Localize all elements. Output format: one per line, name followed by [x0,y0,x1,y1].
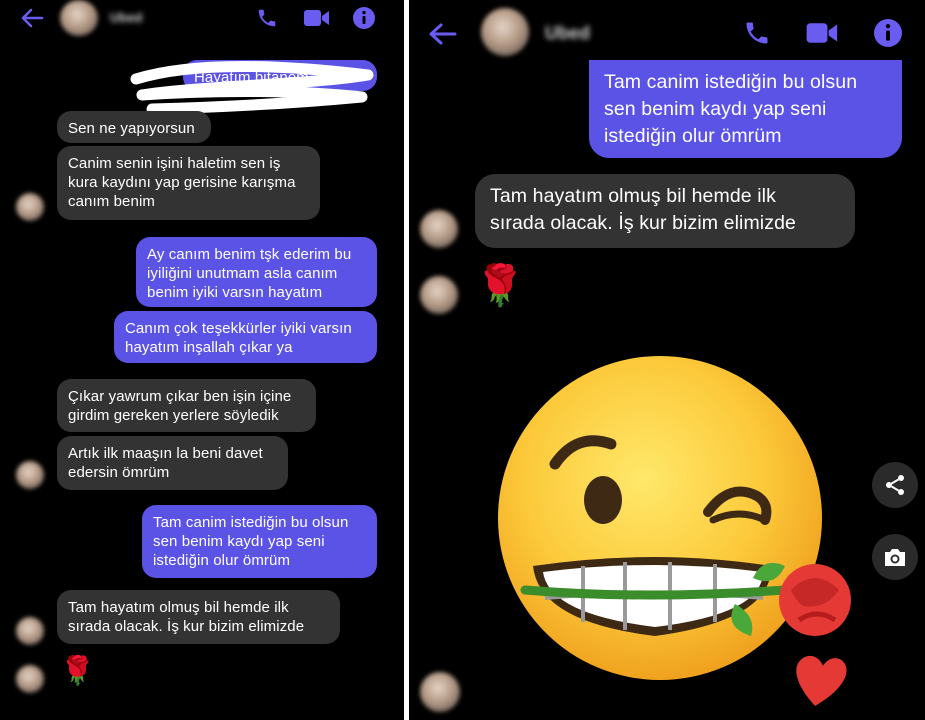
share-button[interactable] [872,462,918,508]
contact-avatar[interactable] [481,8,529,56]
contact-avatar-small [420,276,458,314]
back-arrow-icon[interactable] [427,22,457,46]
info-icon[interactable] [353,7,375,29]
message-bubble-outgoing[interactable]: Tam canim istediğin bu olsun sen benim k… [589,60,902,158]
video-camera-icon[interactable] [806,22,839,44]
contact-avatar-small [16,461,44,489]
right-chat-screenshot: Ubed Tam canim istediğin bu olsun sen be… [409,0,925,720]
message-bubble-incoming[interactable]: Artık ilk maaşın la beni davet edersin ö… [57,436,288,490]
message-bubble-incoming[interactable]: Çıkar yawrum çıkar ben işin içine girdim… [57,379,316,432]
back-arrow-icon[interactable] [20,8,44,28]
rose-emoji-message[interactable]: 🌹 [60,655,95,687]
redaction-scribble [130,60,374,113]
video-camera-icon[interactable] [304,9,330,27]
phone-icon[interactable] [743,19,771,47]
message-bubble-incoming[interactable]: Tam hayatım olmuş bil hemde ilk sırada o… [475,174,855,248]
camera-button[interactable] [872,534,918,580]
message-bubble-incoming[interactable]: Sen ne yapıyorsun [57,111,211,143]
contact-avatar-small [16,193,44,221]
rose-emoji-message[interactable]: 🌹 [475,262,525,310]
message-bubble-outgoing[interactable]: Tam canim istediğin bu olsun sen benim k… [142,505,377,578]
contact-avatar-small [16,665,44,693]
contact-name[interactable]: Ubed [545,23,590,44]
winking-grin-with-rose-emoji[interactable] [495,352,865,712]
info-icon[interactable] [874,19,902,47]
contact-avatar-small [16,617,44,645]
message-bubble-incoming[interactable]: Tam hayatım olmuş bil hemde ilk sırada o… [57,590,340,644]
contact-avatar[interactable] [60,0,98,36]
camera-icon [885,549,905,566]
message-bubble-incoming[interactable]: Canim senin işini haletim sen iş kura ka… [57,146,320,220]
phone-icon[interactable] [256,7,278,29]
message-bubble-outgoing[interactable]: Canım çok teşekkürler iyiki varsın hayat… [114,311,377,363]
contact-avatar-small [420,210,458,248]
left-chat-screenshot: Ubed Hayatım bitanem Sen ne yapıyorsun C… [0,0,404,720]
share-icon [886,475,904,495]
contact-name[interactable]: Ubed [110,10,143,25]
contact-avatar-small [420,672,460,712]
message-bubble-outgoing[interactable]: Ay canım benim tşk ederim bu iyiliğini u… [136,237,377,307]
